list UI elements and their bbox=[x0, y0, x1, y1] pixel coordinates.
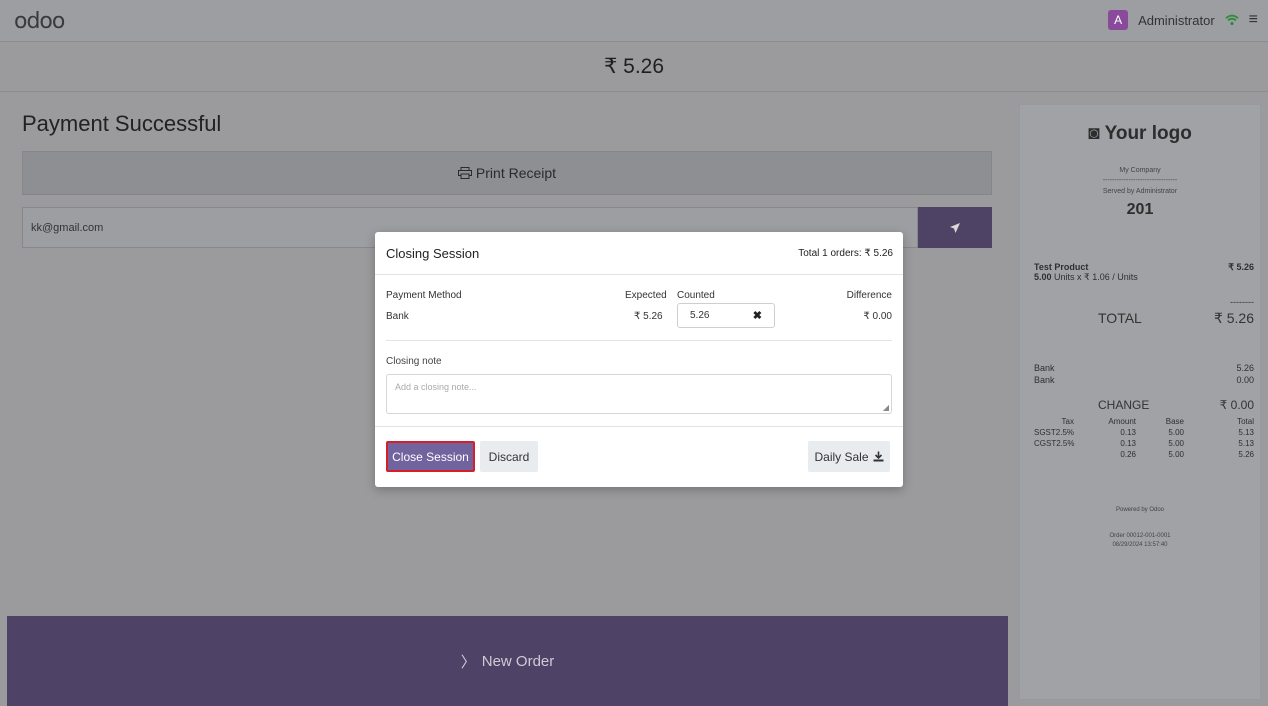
tax-total: 5.13 bbox=[1238, 439, 1254, 448]
user-name[interactable]: Administrator bbox=[1138, 13, 1215, 28]
receipt-qty-number: 5.00 bbox=[1034, 272, 1052, 282]
col-difference: Difference bbox=[846, 290, 892, 301]
receipt-dash-line: -------- bbox=[1230, 297, 1254, 307]
tax-col-tax: Tax bbox=[1061, 417, 1074, 426]
page-title: Payment Successful bbox=[22, 111, 222, 136]
dialog-title: Closing Session bbox=[386, 246, 480, 261]
receipt-tax-row: CGST2.5% 0.13 5.00 5.13 bbox=[1034, 439, 1254, 448]
camera-icon: ◙ bbox=[1088, 123, 1105, 144]
paper-plane-icon bbox=[950, 222, 960, 233]
download-icon bbox=[873, 451, 884, 462]
tax-name: SGST2.5% bbox=[1034, 428, 1075, 437]
receipt-tax-header: Tax Amount Base Total bbox=[1034, 417, 1254, 426]
divider bbox=[386, 340, 892, 341]
tax-total: 5.13 bbox=[1238, 428, 1254, 437]
col-counted: Counted bbox=[677, 290, 715, 301]
counted-value: 5.26 bbox=[690, 310, 710, 321]
tax-col-base: Base bbox=[1165, 417, 1184, 426]
print-receipt-label: Print Receipt bbox=[475, 165, 557, 181]
receipt-company: My Company bbox=[1119, 167, 1161, 174]
top-navbar: odoo A Administrator ≡ bbox=[0, 0, 1268, 42]
daily-sale-button[interactable]: Daily Sale bbox=[808, 441, 890, 472]
closing-note-textarea[interactable]: Add a closing note... ◢ bbox=[386, 374, 892, 414]
receipt-change-label: CHANGE bbox=[1098, 398, 1150, 412]
counted-input[interactable]: 5.26 ✖ bbox=[677, 303, 775, 328]
receipt-payment-value: 5.26 bbox=[1236, 363, 1254, 373]
receipt-powered-by: Powered by Odoo bbox=[1115, 507, 1165, 513]
row-difference: ₹ 0.00 bbox=[863, 311, 892, 322]
user-avatar[interactable]: A bbox=[1108, 10, 1129, 30]
navbar-right: A Administrator ≡ bbox=[1108, 10, 1258, 30]
daily-sale-label: Daily Sale bbox=[814, 449, 869, 464]
receipt-change-value: ₹ 0.00 bbox=[1219, 398, 1254, 412]
receipt-payment-label: Bank bbox=[1034, 363, 1055, 373]
wifi-icon bbox=[1224, 14, 1239, 26]
tax-base: 5.00 bbox=[1168, 439, 1184, 448]
tax-total: 5.26 bbox=[1238, 450, 1254, 459]
dialog-footer: Close Session Discard Daily Sale bbox=[375, 426, 903, 487]
tax-name bbox=[1034, 450, 1074, 459]
receipt-payment-value: 0.00 bbox=[1236, 375, 1254, 385]
receipt-preview: ◙ Your logo My Company -----------------… bbox=[1019, 104, 1261, 700]
send-email-button[interactable] bbox=[918, 207, 992, 248]
closing-note-placeholder: Add a closing note... bbox=[395, 382, 477, 392]
total-orders: Total 1 orders: ₹ 5.26 bbox=[798, 248, 893, 259]
receipt-qty-unit: Units x ₹ 1.06 / Units bbox=[1051, 272, 1138, 282]
receipt-tax-row: 0.26 5.00 5.26 bbox=[1034, 450, 1254, 459]
tax-amount: 0.13 bbox=[1120, 439, 1136, 448]
row-payment-method: Bank bbox=[386, 311, 409, 322]
receipt-date: 08/29/2024 13:57:40 bbox=[1112, 542, 1168, 548]
receipt-payment-line: Bank 5.26 bbox=[1034, 363, 1254, 373]
receipt-order-ref: Order 00012-001-0001 bbox=[1109, 533, 1171, 539]
receipt-tax-row: SGST2.5% 0.13 5.00 5.13 bbox=[1034, 428, 1254, 437]
tax-amount: 0.13 bbox=[1120, 428, 1136, 437]
receipt-separator: -------------------------------- bbox=[1102, 177, 1178, 184]
tax-base: 5.00 bbox=[1168, 450, 1184, 459]
receipt-logo: ◙ Your logo bbox=[1020, 123, 1260, 145]
receipt-total-value: ₹ 5.26 bbox=[1213, 310, 1254, 326]
new-order-label: New Order bbox=[481, 652, 555, 670]
printer-icon bbox=[457, 167, 472, 179]
row-expected: ₹ 5.26 bbox=[634, 311, 663, 322]
dialog-header: Closing Session Total 1 orders: ₹ 5.26 bbox=[375, 232, 903, 275]
col-payment-method: Payment Method bbox=[386, 290, 462, 301]
receipt-number: 201 bbox=[1126, 201, 1154, 218]
discard-button[interactable]: Discard bbox=[480, 441, 538, 472]
tax-base: 5.00 bbox=[1168, 428, 1184, 437]
receipt-served-by: Served by Administrator bbox=[1102, 188, 1178, 195]
resize-grip-icon[interactable]: ◢ bbox=[883, 403, 889, 412]
tax-col-amount: Amount bbox=[1108, 417, 1136, 426]
closing-note-label: Closing note bbox=[386, 356, 442, 367]
print-receipt-button[interactable]: Print Receipt bbox=[22, 151, 992, 195]
receipt-payment-label: Bank bbox=[1034, 375, 1055, 385]
receipt-product-qty: 5.00 Units x ₹ 1.06 / Units bbox=[1034, 272, 1254, 283]
new-order-button[interactable]: 〉 New Order bbox=[7, 616, 1008, 706]
receipt-payment-line: Bank 0.00 bbox=[1034, 375, 1254, 385]
close-session-button[interactable]: Close Session bbox=[386, 441, 475, 472]
odoo-logo: odoo bbox=[14, 9, 65, 34]
receipt-total-label: TOTAL bbox=[1098, 310, 1142, 326]
order-total-header: ₹ 5.26 bbox=[0, 42, 1268, 92]
receipt-logo-text: Your logo bbox=[1104, 123, 1192, 144]
clear-icon[interactable]: ✖ bbox=[753, 309, 762, 322]
col-expected: Expected bbox=[625, 290, 667, 301]
tax-name: CGST2.5% bbox=[1034, 439, 1075, 448]
receipt-product-name: Test Product bbox=[1034, 262, 1089, 272]
tax-col-total: Total bbox=[1237, 417, 1254, 426]
hamburger-menu-icon[interactable]: ≡ bbox=[1249, 11, 1258, 29]
closing-session-dialog: Closing Session Total 1 orders: ₹ 5.26 P… bbox=[375, 232, 903, 487]
tax-amount: 0.26 bbox=[1120, 450, 1136, 459]
chevron-right-icon: 〉 bbox=[460, 653, 476, 671]
